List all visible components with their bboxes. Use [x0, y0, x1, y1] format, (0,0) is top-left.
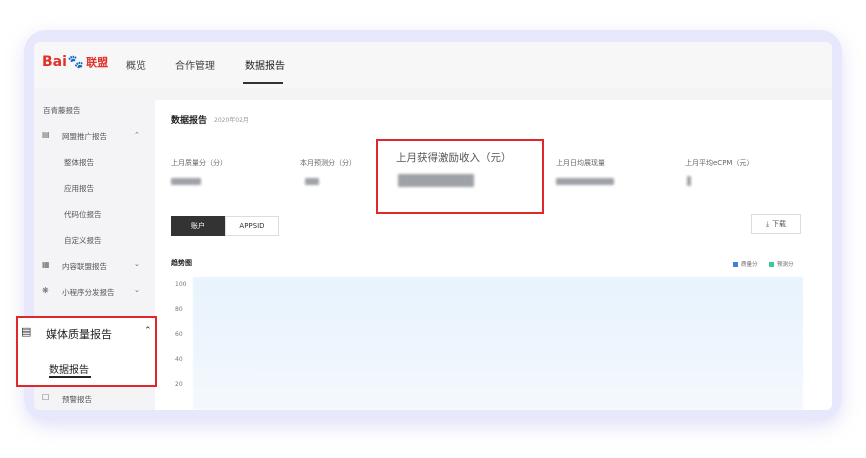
trend-chart-title: 趋势图 [171, 259, 192, 267]
highlight-media-quality-report[interactable]: ▤ 媒体质量报告 ⌃ 数据报告 [16, 316, 157, 387]
appsid-tab-button[interactable]: APPSID [225, 216, 279, 236]
sidebar-group-network[interactable]: 网盟推广报告 [62, 131, 107, 142]
card-title: 数据报告 [171, 116, 208, 126]
legend-swatch-forecast [769, 261, 774, 267]
y-tick-label: 100 [175, 281, 187, 288]
legend-forecast[interactable]: 预测分 [769, 260, 794, 268]
sidebar-item-adslot[interactable]: 代码位报告 [64, 209, 102, 220]
metric-label-daily-views: 上月日均展现量 [556, 159, 605, 167]
metric-value-incentive-blurred [398, 174, 474, 187]
trend-chart-area [193, 277, 803, 410]
chevron-up-icon[interactable]: ⌃ [134, 131, 140, 139]
download-button[interactable]: ⤓ 下载 [751, 214, 801, 234]
media-quality-icon: ▤ [21, 325, 32, 338]
content-icon: ▦ [42, 260, 50, 269]
miniprogram-icon: ❋ [42, 286, 49, 295]
chevron-up-icon[interactable]: ⌃ [144, 326, 152, 336]
metric-label-ecpm: 上月平均eCPM（元） [685, 159, 754, 167]
sidebar-group-miniprogram[interactable]: 小程序分发报告 [62, 287, 115, 298]
legend-quality[interactable]: 质量分 [733, 260, 758, 268]
legend-label-quality: 质量分 [741, 262, 758, 268]
metric-label-quality: 上月质量分（分） [171, 159, 227, 167]
sidebar-item-data-report[interactable]: 数据报告 [49, 361, 89, 376]
sidebar-item-app[interactable]: 应用报告 [64, 183, 94, 194]
metric-label-forecast: 本月预测分（分） [300, 159, 356, 167]
sidebar-section-title: 百青藤报告 [43, 106, 81, 115]
download-icon: ⤓ [765, 219, 770, 228]
baidu-union-logo[interactable]: Bai 🐾 联盟 [42, 54, 108, 70]
logo-text-lianmeng: 联盟 [86, 56, 109, 69]
tab-data-report[interactable]: 数据报告 [245, 57, 285, 72]
top-nav: Bai 🐾 联盟 概览 合作管理 数据报告 [34, 42, 832, 88]
sidebar-item-overall[interactable]: 整体报告 [64, 157, 94, 168]
account-tab-button[interactable]: 账户 [171, 216, 225, 236]
sidebar-item-warning[interactable]: 预警报告 [62, 394, 92, 405]
active-item-underline [49, 376, 91, 378]
chevron-down-icon[interactable]: ⌄ [134, 260, 140, 268]
sidebar-group-content[interactable]: 内容联盟报告 [62, 261, 107, 272]
y-tick-label: 40 [175, 356, 183, 363]
legend-label-forecast: 预测分 [777, 262, 794, 268]
download-label: 下载 [772, 220, 787, 228]
metric-label-incentive-income: 上月获得激励收入（元） [396, 152, 512, 164]
metric-value-daily-views-blurred [556, 178, 614, 185]
sidebar-item-custom[interactable]: 自定义报告 [64, 235, 102, 246]
metric-value-quality-blurred [171, 178, 201, 185]
tab-overview[interactable]: 概览 [126, 57, 146, 72]
legend-swatch-quality [733, 261, 738, 267]
sidebar-group-media-quality[interactable]: 媒体质量报告 [46, 326, 112, 342]
tab-cooperation[interactable]: 合作管理 [175, 57, 215, 72]
card-date: 2020年02月 [214, 117, 249, 124]
report-icon: ▤ [42, 130, 50, 139]
paw-icon: 🐾 [67, 54, 85, 70]
warning-report-icon: ☐ [42, 393, 50, 402]
chevron-down-icon[interactable]: ⌄ [134, 286, 140, 294]
y-tick-label: 60 [175, 331, 183, 338]
active-tab-indicator [243, 82, 283, 84]
metric-value-forecast-blurred [305, 178, 319, 185]
logo-text-bai: Bai [42, 54, 67, 70]
highlight-incentive-income: 上月获得激励收入（元） [376, 139, 544, 214]
y-tick-label: 80 [175, 306, 183, 313]
metric-value-ecpm-blurred [687, 176, 691, 186]
y-tick-label: 20 [175, 381, 183, 388]
